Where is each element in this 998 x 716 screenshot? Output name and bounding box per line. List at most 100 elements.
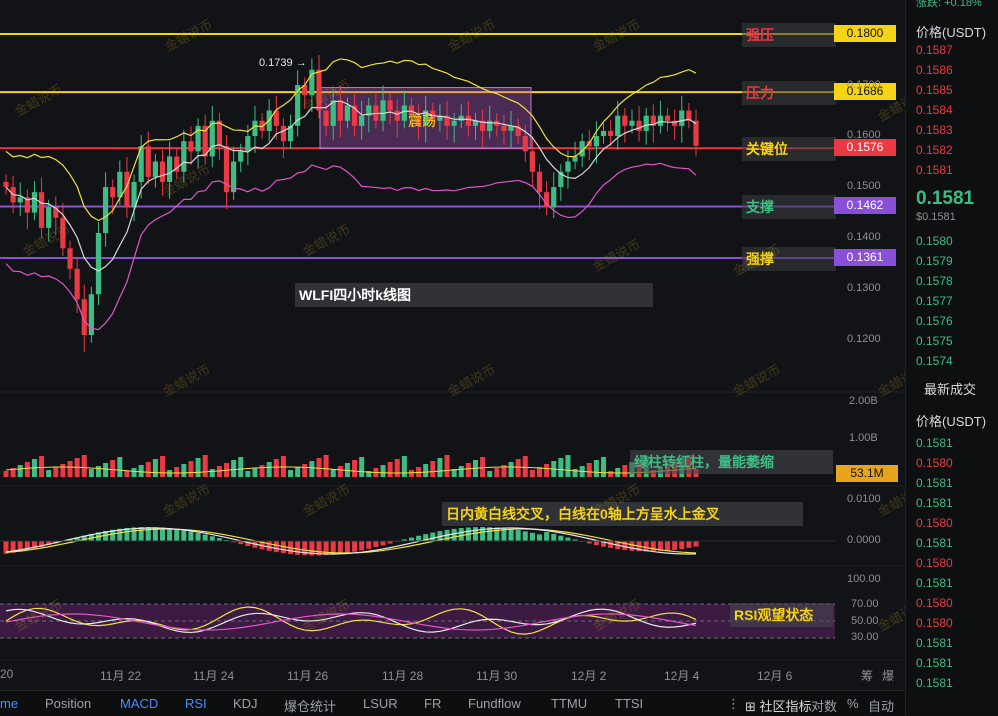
tab-fr[interactable]: FR: [424, 696, 441, 711]
candle-body: [74, 268, 80, 300]
chip-distribution-toggle[interactable]: 筹: [861, 667, 873, 684]
macd-bar: [693, 541, 699, 547]
volume-ma-line: [5, 466, 697, 474]
macd-bar: [672, 541, 678, 550]
trade-row[interactable]: 0.1580: [916, 456, 953, 470]
volume-bar: [60, 464, 66, 477]
trade-row[interactable]: 0.1580: [916, 556, 953, 570]
volume-bar: [259, 465, 265, 477]
community-indicators-button[interactable]: ⊞ 社区指标: [745, 696, 812, 715]
tab-ttmu[interactable]: TTMU: [551, 696, 587, 711]
trade-row[interactable]: 0.1581: [916, 676, 953, 690]
candle-body: [188, 141, 194, 152]
last-price-usd: $0.1581: [916, 211, 956, 223]
volume-bar: [174, 467, 180, 477]
bid-price-row[interactable]: 0.1580: [916, 234, 953, 248]
trade-row[interactable]: 0.1580: [916, 516, 953, 530]
ask-price-row[interactable]: 0.1582: [916, 143, 953, 157]
bid-price-row[interactable]: 0.1574: [916, 354, 953, 368]
volume-axis-1b: 1.00B: [849, 432, 878, 444]
macd-bar: [131, 527, 137, 542]
ask-price-row[interactable]: 0.1586: [916, 63, 953, 77]
ask-price-row[interactable]: 0.1583: [916, 123, 953, 137]
trade-row[interactable]: 0.1581: [916, 536, 953, 550]
volume-bar: [608, 471, 614, 477]
tab-rsi[interactable]: RSI: [185, 696, 207, 711]
tab-macd[interactable]: MACD: [120, 696, 158, 711]
candle-body: [159, 161, 166, 182]
trade-row[interactable]: 0.1581: [916, 436, 953, 450]
bid-price-row[interactable]: 0.1575: [916, 334, 953, 348]
macd-bar: [679, 541, 685, 550]
tab-kdj[interactable]: KDJ: [233, 696, 258, 711]
level-price-tag: 0.1361: [834, 249, 896, 266]
date-axis-label: 12月 4: [664, 669, 700, 683]
tab-ttsi[interactable]: TTSI: [615, 696, 643, 711]
ask-price-row[interactable]: 0.1584: [916, 103, 953, 117]
ask-price-row[interactable]: 0.1581: [916, 163, 953, 177]
volume-bar: [544, 464, 550, 477]
candle-body: [316, 69, 322, 111]
liquidation-toggle[interactable]: 爆: [882, 667, 894, 684]
volume-bar: [508, 462, 514, 477]
tab-fundflow[interactable]: Fundflow: [468, 696, 521, 711]
ask-price-row[interactable]: 0.1585: [916, 83, 953, 97]
tab-me[interactable]: me: [0, 696, 18, 711]
trade-row[interactable]: 0.1580: [916, 616, 953, 630]
candle-body: [280, 125, 287, 142]
tab-爆仓统计[interactable]: 爆仓统计: [284, 696, 336, 715]
volume-bar: [231, 460, 237, 477]
bid-price-row[interactable]: 0.1576: [916, 314, 953, 328]
macd-bar: [593, 541, 599, 546]
level-price-tag: 0.1800: [834, 25, 896, 42]
tab-lsur[interactable]: LSUR: [363, 696, 398, 711]
candle-body: [95, 232, 102, 295]
level-label: 关键位: [742, 137, 836, 162]
ask-price-row[interactable]: 0.1587: [916, 43, 953, 57]
volume-bar: [209, 469, 215, 477]
candle-body: [337, 100, 343, 121]
candle-body: [622, 115, 628, 126]
trade-row[interactable]: 0.1581: [916, 476, 953, 490]
auto-scale-toggle[interactable]: 自动: [868, 696, 894, 715]
percent-toggle[interactable]: %: [847, 696, 859, 711]
rsi-axis-100: 100.00: [847, 573, 881, 585]
macd-bar: [529, 532, 535, 542]
bid-price-row[interactable]: 0.1577: [916, 294, 953, 308]
volume-bar: [3, 471, 9, 477]
macd-bar: [344, 541, 350, 553]
trade-row[interactable]: 0.1580: [916, 596, 953, 610]
volume-bar: [46, 470, 52, 477]
bid-price-row[interactable]: 0.1579: [916, 254, 953, 268]
indicator-tab-bar: me Position MACD RSI KDJ 爆仓统计 LSUR FR Fundflow TT…: [0, 690, 905, 716]
candle-body: [252, 120, 258, 137]
volume-bar: [494, 468, 500, 477]
candle-body: [102, 187, 109, 233]
candle-body: [401, 105, 407, 121]
candle-body: [245, 136, 251, 152]
macd-bar: [472, 527, 478, 542]
trade-row[interactable]: 0.1581: [916, 496, 953, 510]
bid-price-row[interactable]: 0.1578: [916, 274, 953, 288]
tab-position[interactable]: Position: [45, 696, 91, 711]
trade-row[interactable]: 0.1581: [916, 656, 953, 670]
candle-body: [110, 187, 116, 198]
volume-bar: [202, 455, 208, 477]
date-axis-label: 11月 30: [476, 669, 518, 683]
volume-bar: [465, 463, 471, 477]
volume-bar: [103, 463, 109, 477]
volume-bar: [188, 461, 194, 477]
log-scale-toggle[interactable]: 对数: [811, 696, 837, 715]
macd-axis-top: 0.0100: [847, 493, 881, 505]
candle-body: [181, 141, 187, 172]
trade-row[interactable]: 0.1581: [916, 576, 953, 590]
volume-bar: [558, 458, 564, 477]
volume-bar: [24, 462, 30, 477]
trades-title[interactable]: 最新成交: [924, 379, 976, 398]
trade-row[interactable]: 0.1581: [916, 636, 953, 650]
volume-bar: [39, 456, 45, 477]
volume-annotation: 绿柱转红柱，量能萎缩: [630, 450, 833, 474]
macd-bar: [159, 527, 165, 542]
volume-bar: [238, 457, 244, 477]
menu-icon[interactable]: ⋮: [727, 696, 740, 712]
